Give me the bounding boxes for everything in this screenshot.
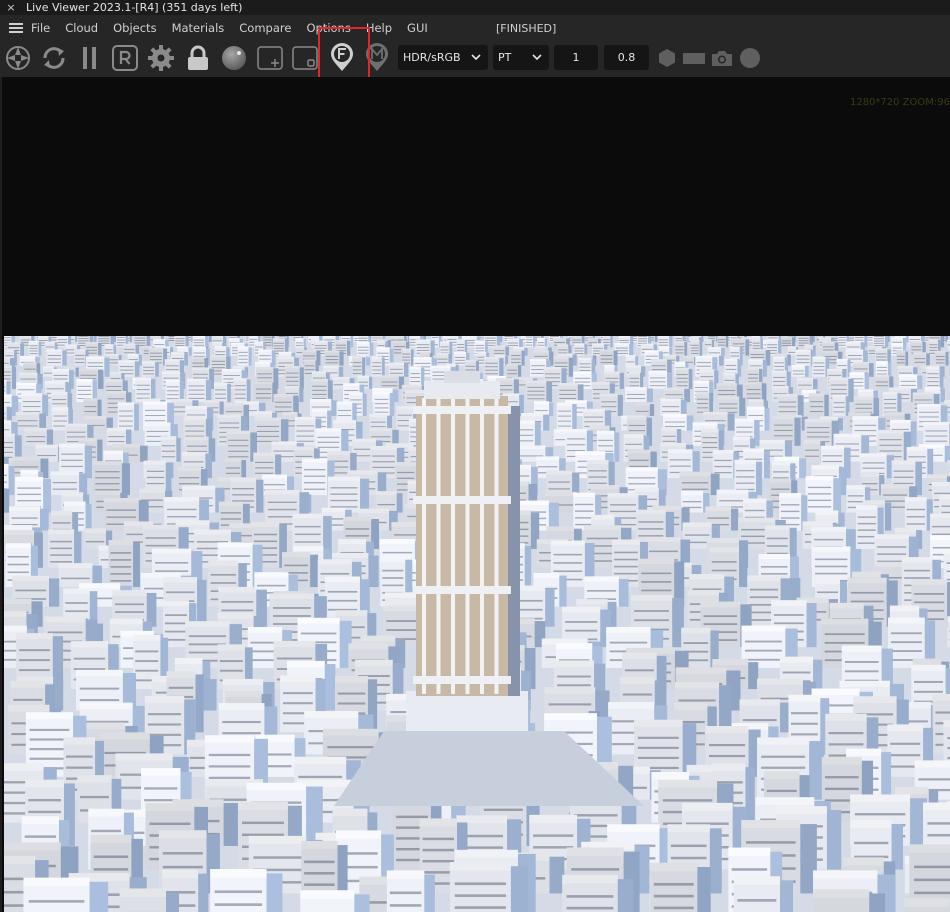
region-render-icon[interactable]: [110, 43, 140, 73]
aperture-icon[interactable]: [3, 43, 33, 73]
colorspace-value: HDR/sRGB: [403, 51, 461, 64]
sphere-icon[interactable]: [219, 43, 249, 73]
hamburger-menu-icon[interactable]: [9, 22, 23, 33]
kernel-value: PT: [498, 51, 512, 64]
value-field-1[interactable]: 1: [554, 45, 598, 70]
resolution-info: 1280*720 ZOOM:96: [849, 97, 950, 108]
title-bar: × Live Viewer 2023.1-[R4] (351 days left…: [0, 0, 950, 15]
pane-icon[interactable]: [290, 43, 320, 73]
rectangle-icon[interactable]: [679, 43, 709, 73]
rendered-city-image: [4, 336, 950, 912]
camera-icon[interactable]: [707, 43, 737, 73]
value-field-2[interactable]: 0.8: [604, 45, 649, 70]
menu-file[interactable]: File: [31, 21, 50, 35]
render-viewport[interactable]: 1280*720 ZOOM:96: [0, 77, 950, 912]
lock-icon[interactable]: [183, 43, 213, 73]
menu-compare[interactable]: Compare: [239, 21, 291, 35]
render-status: [FINISHED]: [496, 22, 557, 35]
menu-objects[interactable]: Objects: [113, 21, 156, 35]
menu-materials[interactable]: Materials: [172, 21, 225, 35]
colorspace-select[interactable]: HDR/sRGB: [398, 45, 488, 70]
circle-icon[interactable]: [735, 43, 765, 73]
window-title: Live Viewer 2023.1-[R4] (351 days left): [26, 1, 243, 14]
refresh-icon[interactable]: [39, 43, 69, 73]
pause-icon[interactable]: [75, 43, 105, 73]
menu-bar: File Cloud Objects Materials Compare Opt…: [0, 15, 950, 40]
settings-gear-icon[interactable]: [146, 43, 176, 73]
menu-gui[interactable]: GUI: [407, 21, 428, 35]
add-pane-icon[interactable]: [255, 43, 285, 73]
toolbar: HDR/sRGB PT 1 0.8: [0, 40, 950, 77]
close-icon[interactable]: ×: [0, 1, 22, 14]
menu-cloud[interactable]: Cloud: [65, 21, 98, 35]
hexagon-icon[interactable]: [652, 43, 682, 73]
kernel-select[interactable]: PT: [493, 45, 549, 70]
chevron-down-icon: [532, 54, 542, 61]
city-render: [4, 336, 950, 912]
chevron-down-icon: [471, 54, 481, 61]
